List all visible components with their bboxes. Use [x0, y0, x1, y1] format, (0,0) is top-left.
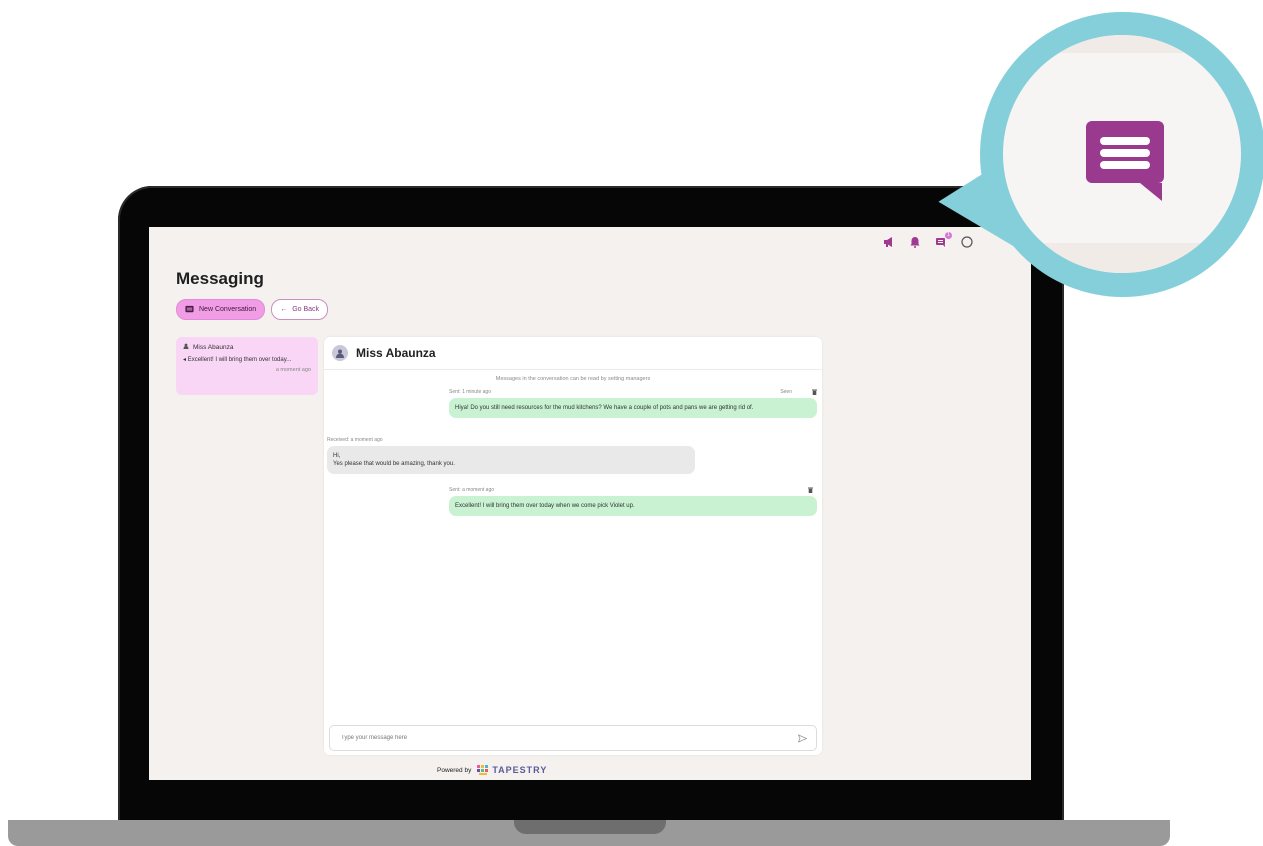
message-time: Received: a moment ago [327, 437, 383, 443]
powered-by-text: Powered by [437, 766, 472, 774]
megaphone-icon[interactable] [883, 236, 895, 248]
app-screen: 1 Messaging New Conversation ← Go Back M… [149, 227, 1031, 780]
trash-icon[interactable] [812, 389, 817, 395]
page-title: Messaging [176, 269, 264, 288]
conversation-time: a moment ago [275, 367, 311, 373]
send-icon[interactable] [798, 733, 807, 743]
action-buttons: New Conversation ← Go Back [176, 299, 329, 320]
message-input[interactable] [339, 734, 763, 742]
message-meta: Sent: 1 minute ago Seen [449, 389, 817, 395]
conversation-list-item[interactable]: Miss Abaunza ◂ Excellent! I will bring t… [176, 337, 318, 395]
tapestry-logo: TAPESTRY [477, 765, 547, 775]
reply-arrow-icon: ◂ [183, 357, 187, 363]
callout-zoom [1003, 35, 1241, 273]
go-back-label: Go Back [292, 306, 320, 313]
callout-band-top [1003, 35, 1241, 53]
message-bubble: Hiya! Do you still need resources for th… [449, 398, 817, 419]
message-actions: Seen [780, 389, 817, 395]
message-time: Sent: 1 minute ago [449, 389, 491, 395]
conversation-name-row: Miss Abaunza [183, 343, 311, 351]
message-time: Sent: a moment ago [449, 487, 495, 493]
conversation-preview-text: Excellent! I will bring them over today.… [187, 357, 292, 363]
conversation-name: Miss Abaunza [193, 343, 234, 351]
person-icon [183, 343, 189, 351]
person-icon [336, 349, 344, 358]
seen-status: Seen [780, 389, 792, 395]
tapestry-grid-icon [477, 765, 489, 775]
message-meta: Received: a moment ago [327, 437, 695, 443]
message-line: Yes please that would be amazing, thank … [333, 461, 455, 468]
new-conversation-button[interactable]: New Conversation [176, 299, 266, 320]
message-sent: Sent: a moment ago Excellent! I will bri… [449, 487, 817, 517]
brand-name: TAPESTRY [492, 765, 548, 775]
callout-band-bottom [1003, 243, 1241, 273]
arrow-left-icon: ← [280, 306, 288, 313]
messages-icon [1086, 121, 1164, 201]
chat-panel: Miss Abaunza Messages in the conversatio… [324, 337, 822, 755]
trash-icon[interactable] [808, 487, 813, 493]
chat-header: Miss Abaunza [324, 337, 822, 370]
message-sent: Sent: 1 minute ago Seen Hiya! Do you sti… [449, 389, 817, 419]
conversation-preview: ◂ Excellent! I will bring them over toda… [183, 356, 311, 363]
privacy-notice: Messages in the conversation can be read… [495, 376, 651, 382]
message-composer [329, 725, 817, 751]
new-conversation-label: New Conversation [199, 306, 257, 313]
message-received: Received: a moment ago Hi, Yes please th… [327, 437, 695, 475]
message-line: Hi, [333, 453, 341, 459]
go-back-button[interactable]: ← Go Back [271, 299, 329, 320]
chat-contact-name: Miss Abaunza [356, 346, 436, 360]
bell-icon[interactable] [909, 236, 921, 248]
message-bubble: Hi, Yes please that would be amazing, th… [327, 446, 695, 475]
chat-icon [185, 305, 194, 313]
message-bubble: Excellent! I will bring them over today … [449, 496, 817, 517]
powered-by-footer: Powered by TAPESTRY [437, 765, 547, 775]
message-meta: Sent: a moment ago [449, 487, 817, 493]
avatar [332, 345, 348, 361]
laptop-notch [514, 820, 666, 834]
